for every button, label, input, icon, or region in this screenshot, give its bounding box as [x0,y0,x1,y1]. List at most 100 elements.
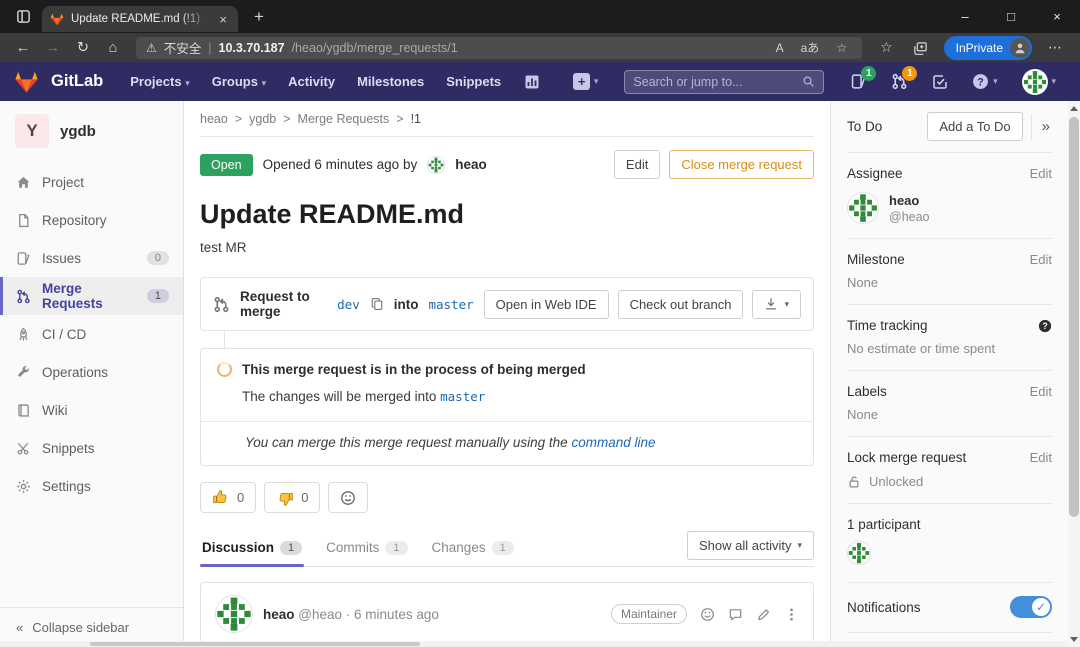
activity-filter-button[interactable]: Show all activity ▾ [687,531,814,560]
sidebar-item-snippets[interactable]: Snippets [0,429,183,467]
assignee-edit-link[interactable]: Edit [1030,166,1052,181]
nav-chart-button[interactable] [514,74,550,90]
nav-groups[interactable]: Groups ▾ [203,74,275,89]
minimize-button[interactable]: – [942,0,988,33]
user-menu-button[interactable]: ▾ [1012,69,1066,95]
browser-menu-icon[interactable]: ⋯ [1040,39,1070,56]
add-favorite-icon[interactable]: ☆ [831,41,852,55]
nav-milestones[interactable]: Milestones [348,74,433,89]
scrollbar-thumb[interactable] [1069,117,1079,517]
favorites-icon[interactable]: ☆ [872,39,901,56]
global-search[interactable] [624,70,824,94]
target-branch[interactable]: master [428,297,473,312]
thumbs-up-button[interactable]: 0 [200,482,256,513]
scroll-up-arrow[interactable] [1070,106,1078,111]
lock-edit-link[interactable]: Edit [1030,450,1052,465]
translate-icon[interactable]: aあ [796,39,825,56]
participant-avatar[interactable] [847,541,871,565]
collapse-sidebar-icon[interactable]: » [1040,118,1052,135]
notifications-toggle[interactable]: ✓ [1010,596,1052,618]
read-aloud-icon[interactable]: A [771,41,789,55]
add-reaction-icon[interactable] [700,607,715,622]
sidebar-item-repository[interactable]: Repository [0,201,183,239]
sidebar-item-operations[interactable]: Operations [0,353,183,391]
request-label: Request to merge [240,289,327,319]
copy-branch-icon[interactable] [370,297,384,311]
help-menu-button[interactable]: ▾ [962,73,1007,90]
sidebar-item-settings[interactable]: Settings [0,467,183,505]
breadcrumb-project[interactable]: ygdb [249,112,276,126]
command-line-link[interactable]: command line [571,435,655,450]
horizontal-scrollbar[interactable] [184,641,830,647]
tab-close-icon[interactable]: × [216,12,230,27]
reload-button[interactable]: ↻ [70,40,96,56]
comment-timestamp[interactable]: · 6 minutes ago [346,607,439,622]
chevron-down-icon: ▾ [1051,76,1056,87]
comment-author-avatar[interactable] [215,595,253,633]
author-name[interactable]: heao [455,157,487,172]
more-actions-icon[interactable] [784,607,799,622]
web-ide-button[interactable]: Open in Web IDE [484,290,609,319]
security-label[interactable]: 不安全 [164,38,202,57]
target-branch[interactable]: master [440,389,485,404]
thumbs-up-count: 0 [237,490,244,505]
breadcrumb-merge-requests[interactable]: Merge Requests [298,112,390,126]
thumbs-down-button[interactable]: 0 [264,482,320,513]
url-field[interactable]: ⚠ 不安全 | 10.3.70.187/heao/ygdb/merge_requ… [136,37,862,59]
sidebar-item-merge-requests[interactable]: Merge Requests 1 [0,277,183,315]
tab-discussion[interactable]: Discussion1 [200,531,304,566]
tab-changes[interactable]: Changes1 [430,531,516,566]
breadcrumb-group[interactable]: heao [200,112,228,126]
close-window-button[interactable]: × [1034,0,1080,33]
comment-author-name[interactable]: heao [263,607,295,622]
mr-description: test MR [200,240,814,255]
project-avatar: Y [15,114,49,148]
todo-label: To Do [847,119,919,134]
assignee-user[interactable]: heao @heao [847,192,1052,224]
new-tab-button[interactable]: + [248,7,270,27]
todos-button[interactable] [922,74,958,90]
help-icon[interactable] [1038,319,1052,333]
edit-button[interactable]: Edit [614,150,660,179]
changes-count: 1 [492,541,514,555]
edit-comment-icon[interactable] [756,607,771,622]
download-dropdown-button[interactable]: ▾ [752,290,801,319]
merge-requests-dashboard-button[interactable]: 1 [881,73,918,90]
source-branch[interactable]: dev [337,297,360,312]
project-header[interactable]: Y ygdb [0,101,183,163]
sidebar-item-cicd[interactable]: CI / CD [0,315,183,353]
scrollbar-thumb[interactable] [184,642,420,646]
nav-projects[interactable]: Projects ▾ [121,74,198,89]
sidebar-item-project[interactable]: Project [0,163,183,201]
add-todo-button[interactable]: Add a To Do [927,112,1022,141]
author-avatar[interactable] [427,156,445,174]
gitlab-brand[interactable]: GitLab [51,72,103,91]
tab-commits[interactable]: Commits1 [324,531,409,566]
back-button[interactable]: ← [10,40,36,56]
collections-glyph [913,41,928,56]
milestone-edit-link[interactable]: Edit [1030,252,1052,267]
reply-icon[interactable] [728,607,743,622]
vertical-scrollbar[interactable] [1068,101,1080,647]
maximize-button[interactable]: □ [988,0,1034,33]
close-mr-button[interactable]: Close merge request [669,150,814,179]
labels-edit-link[interactable]: Edit [1030,384,1052,399]
comment-actions: Maintainer [611,604,799,624]
sidebar-item-wiki[interactable]: Wiki [0,391,183,429]
add-emoji-button[interactable] [328,482,368,513]
checkout-branch-button[interactable]: Check out branch [618,290,744,319]
nav-snippets[interactable]: Snippets [437,74,510,89]
scroll-down-arrow[interactable] [1070,637,1078,642]
new-menu-button[interactable]: + ▾ [563,73,608,90]
sidebar-item-issues[interactable]: Issues 0 [0,239,183,277]
search-input[interactable] [633,75,802,89]
forward-button[interactable]: → [40,40,66,56]
collections-icon[interactable] [905,39,936,56]
nav-activity[interactable]: Activity [279,74,344,89]
browser-tab[interactable]: Update README.md (!1) · Merge × [42,6,238,32]
issues-dashboard-button[interactable]: 1 [840,73,877,90]
tab-actions-button[interactable] [8,5,38,29]
status-badge: Open [200,154,253,176]
home-button[interactable]: ⌂ [100,40,126,56]
inprivate-badge[interactable]: InPrivate [944,36,1032,60]
